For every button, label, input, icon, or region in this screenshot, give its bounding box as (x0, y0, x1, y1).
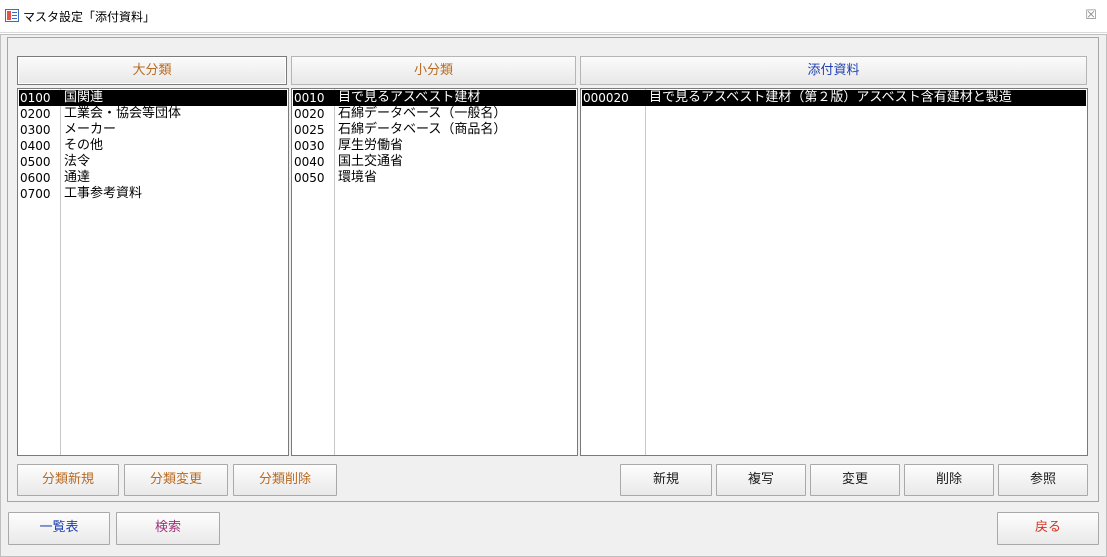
row-code: 0025 (294, 123, 325, 137)
attachment-browse-button[interactable]: 参照 (998, 464, 1088, 496)
row-name: 法令 (64, 154, 91, 169)
row-code: 0010 (294, 91, 325, 105)
major-category-row[interactable]: 0400 その他 (19, 138, 287, 154)
row-code: 0100 (20, 91, 51, 105)
minor-category-list[interactable]: 0010 目で見るアスベスト建材 0020 石綿データベース（一般名） 0025 石綿デー… (291, 88, 578, 456)
close-icon[interactable]: ☒ (1081, 6, 1101, 26)
major-category-row[interactable]: 0200 工業会・協会等団体 (19, 106, 287, 122)
row-name: その他 (64, 138, 104, 153)
row-code: 0300 (20, 123, 51, 137)
row-name: 石綿データベース（一般名） (338, 106, 507, 121)
row-code: 0200 (20, 107, 51, 121)
title-bar: マスタ設定「添付資料」 ☒ (0, 0, 1107, 33)
header-major-category[interactable]: 大分類 (17, 56, 287, 85)
row-code: 0600 (20, 171, 51, 185)
minor-category-row[interactable]: 0040 国土交通省 (293, 154, 576, 170)
major-category-row[interactable]: 0700 工事参考資料 (19, 186, 287, 202)
column-divider (645, 89, 646, 455)
header-minor-category[interactable]: 小分類 (291, 56, 576, 85)
category-edit-button[interactable]: 分類変更 (124, 464, 228, 496)
header-attachment[interactable]: 添付資料 (580, 56, 1087, 85)
row-name: 石綿データベース（商品名） (338, 122, 507, 137)
row-code: 0050 (294, 171, 325, 185)
attachment-new-button[interactable]: 新規 (620, 464, 712, 496)
row-name: 目で見るアスベスト建材（第２版）アスベスト含有建材と製造 (649, 90, 1012, 105)
major-category-row[interactable]: 0600 通達 (19, 170, 287, 186)
row-name: 工業会・協会等団体 (64, 106, 182, 121)
row-name: 通達 (64, 170, 91, 185)
form-icon (5, 9, 19, 22)
minor-category-row[interactable]: 0010 目で見るアスベスト建材 (293, 90, 576, 106)
row-code: 0030 (294, 139, 325, 153)
row-code: 000020 (583, 91, 629, 105)
attachment-row[interactable]: 000020 目で見るアスベスト建材（第２版）アスベスト含有建材と製造 (582, 90, 1086, 106)
major-category-row[interactable]: 0100 国関連 (19, 90, 287, 106)
category-delete-button[interactable]: 分類削除 (233, 464, 337, 496)
minor-category-row[interactable]: 0025 石綿データベース（商品名） (293, 122, 576, 138)
search-button[interactable]: 検索 (116, 512, 220, 545)
row-name: メーカー (64, 122, 117, 137)
minor-category-row[interactable]: 0020 石綿データベース（一般名） (293, 106, 576, 122)
row-code: 0500 (20, 155, 51, 169)
window-title: マスタ設定「添付資料」 (23, 10, 156, 24)
row-name: 目で見るアスベスト建材 (338, 90, 481, 105)
minor-category-row[interactable]: 0050 環境省 (293, 170, 576, 186)
row-code: 0020 (294, 107, 325, 121)
category-new-button[interactable]: 分類新規 (17, 464, 119, 496)
row-name: 厚生労働省 (338, 138, 404, 153)
attachment-copy-button[interactable]: 複写 (716, 464, 806, 496)
row-name: 国土交通省 (338, 154, 404, 169)
attachment-delete-button[interactable]: 削除 (904, 464, 994, 496)
major-category-row[interactable]: 0300 メーカー (19, 122, 287, 138)
row-name: 国関連 (64, 90, 104, 105)
list-view-button[interactable]: 一覧表 (8, 512, 110, 545)
row-code: 0700 (20, 187, 51, 201)
row-name: 環境省 (338, 170, 378, 185)
attachment-edit-button[interactable]: 変更 (810, 464, 900, 496)
minor-category-row[interactable]: 0030 厚生労働省 (293, 138, 576, 154)
major-category-row[interactable]: 0500 法令 (19, 154, 287, 170)
row-code: 0040 (294, 155, 325, 169)
attachment-list[interactable]: 000020 目で見るアスベスト建材（第２版）アスベスト含有建材と製造 (580, 88, 1088, 456)
back-button[interactable]: 戻る (997, 512, 1099, 545)
major-category-list[interactable]: 0100 国関連 0200 工業会・協会等団体 0300 メーカー 0400 その他 0500 法… (17, 88, 289, 456)
row-name: 工事参考資料 (64, 186, 143, 201)
row-code: 0400 (20, 139, 51, 153)
